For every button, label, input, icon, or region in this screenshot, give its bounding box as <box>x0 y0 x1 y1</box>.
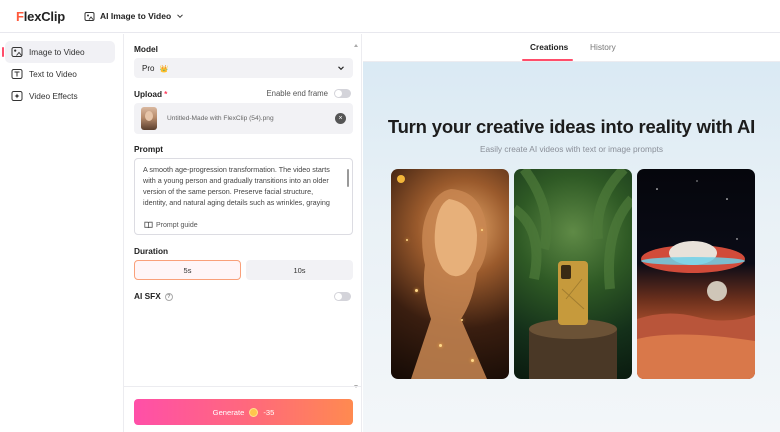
upload-label: Upload * <box>134 89 167 99</box>
example-video-ufo-desert[interactable] <box>637 169 755 379</box>
logo-letter: F <box>16 8 24 24</box>
tool-switcher[interactable]: AI Image to Video <box>84 11 184 22</box>
generate-label: Generate <box>212 407 245 417</box>
divider <box>124 386 362 387</box>
ai-sfx-text: AI SFX <box>134 291 161 301</box>
tab-bar: Creations History <box>363 34 780 62</box>
image-video-icon <box>84 11 95 21</box>
sparkle <box>471 359 474 362</box>
model-value: Pro <box>142 63 155 73</box>
chevron-down-icon <box>338 66 344 71</box>
logo-text: lexClip <box>23 8 65 24</box>
end-frame-row: Enable end frame <box>266 89 351 98</box>
prompt-textarea[interactable]: A smooth age-progression transformation.… <box>134 158 353 235</box>
sparkle <box>481 229 483 231</box>
active-tab-indicator <box>522 59 573 61</box>
scroll-up-arrow[interactable] <box>354 44 358 47</box>
prompt-guide-text: Prompt guide <box>156 221 198 229</box>
duration-label: Duration <box>134 246 169 256</box>
video-effects-icon <box>11 91 23 101</box>
woman-portrait-illustration <box>411 189 488 379</box>
phone-jungle-illustration <box>514 169 632 379</box>
ai-sfx-label: AI SFX? <box>134 291 173 301</box>
credit-cost: -35 <box>263 407 275 417</box>
breadcrumb-title: AI Image to Video <box>99 11 172 21</box>
end-frame-toggle[interactable] <box>334 89 351 98</box>
info-icon[interactable]: ? <box>164 292 173 301</box>
tab-creations[interactable]: Creations <box>530 42 568 52</box>
book-icon <box>144 221 153 229</box>
prompt-scrollbar[interactable] <box>347 169 349 187</box>
tab-history[interactable]: History <box>590 42 616 52</box>
image-video-icon <box>11 47 23 57</box>
model-label: Model <box>134 44 158 54</box>
hero-headline: Turn your creative ideas into reality wi… <box>387 116 756 137</box>
sidebar-item-label: Image to Video <box>29 47 85 57</box>
file-name: Untitled-Made with FlexClip (54).png <box>167 115 274 122</box>
sparkle <box>461 319 463 321</box>
top-bar: FlexClip AI Image to Video <box>0 0 780 33</box>
remove-file-button[interactable]: × <box>335 113 346 124</box>
sparkle <box>439 344 442 347</box>
credit-coin-icon <box>249 407 259 417</box>
flexclip-logo[interactable]: FlexClip <box>16 9 65 24</box>
settings-panel: Model Pro 👑 Upload * Enable end frame Unt… <box>124 34 362 432</box>
chevron-down-icon <box>177 14 184 19</box>
prompt-text: A smooth age-progression transformation.… <box>143 165 330 207</box>
sidebar-item-video-effects[interactable]: Video Effects <box>5 85 115 107</box>
duration-5s-button[interactable]: 5s <box>134 260 241 280</box>
uploaded-image-thumbnail <box>141 107 157 130</box>
sidebar: Image to Video Text to Video Video Effec… <box>0 34 124 432</box>
model-select[interactable]: Pro 👑 <box>134 58 353 78</box>
text-video-icon <box>11 69 23 79</box>
end-frame-label: Enable end frame <box>266 89 328 98</box>
sidebar-item-label: Video Effects <box>29 91 78 101</box>
sidebar-item-image-to-video[interactable]: Image to Video <box>2 41 115 63</box>
sidebar-item-text-to-video[interactable]: Text to Video <box>5 63 115 85</box>
crown-icon: 👑 <box>159 65 169 73</box>
required-marker: * <box>164 89 168 99</box>
hero-subtitle: Easily create AI videos with text or ima… <box>479 144 664 154</box>
prompt-label: Prompt <box>134 144 164 154</box>
ufo-desert-illustration <box>637 180 755 379</box>
example-video-phone-on-stump[interactable] <box>514 169 632 379</box>
sparkle <box>415 289 418 292</box>
upload-label-text: Upload <box>134 89 163 99</box>
sparkle <box>406 239 408 241</box>
main-area: Creations History Turn your creative ide… <box>363 34 780 432</box>
ai-sfx-toggle[interactable] <box>334 292 351 301</box>
sidebar-item-label: Text to Video <box>29 69 77 79</box>
example-video-glowing-woman[interactable] <box>391 169 509 379</box>
prompt-guide-link[interactable]: Prompt guide <box>144 221 198 229</box>
duration-10s-button[interactable]: 10s <box>246 260 353 280</box>
generate-button[interactable]: Generate -35 <box>134 399 353 425</box>
uploaded-file: Untitled-Made with FlexClip (54).png × <box>134 103 353 134</box>
